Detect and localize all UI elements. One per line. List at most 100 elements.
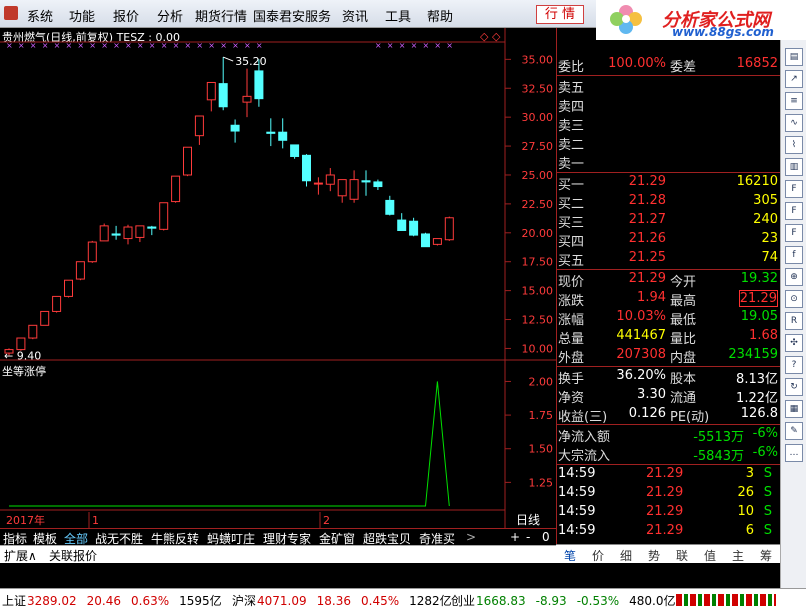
index-quote-1[interactable]: 沪深4071.09 18.36 0.45% 1282亿 (232, 592, 462, 609)
sell-label: 卖四 (558, 100, 585, 115)
extension-bar: 扩展∧ 关联报价 (0, 545, 556, 563)
grid-icon[interactable]: ▦ (785, 400, 803, 418)
signal-marker: × (387, 41, 394, 50)
refresh-icon[interactable]: ↻ (785, 378, 803, 396)
menu-quote[interactable]: 报价 (113, 6, 139, 25)
stat-label: 涨跌 (558, 294, 585, 309)
candle-icon[interactable]: ▥ (785, 158, 803, 176)
webi-row: 委比 100.00% 委差 16852 (556, 56, 780, 75)
candle-body (159, 202, 169, 230)
quote-button[interactable]: 行 情 (536, 5, 584, 24)
tab-bi[interactable]: 笔 (564, 547, 576, 564)
fiz-icon[interactable]: F (785, 224, 803, 242)
signal-marker: × (244, 41, 251, 50)
buy-volume: 23 (761, 231, 778, 246)
tool-icon[interactable]: ✎ (785, 422, 803, 440)
signal-marker: × (125, 41, 132, 50)
y-tick-label: 25.00 (522, 169, 554, 182)
list-icon[interactable]: ≡ (785, 92, 803, 110)
menu-tools[interactable]: 工具 (385, 6, 411, 25)
minute-chart-icon[interactable]: ∿ (785, 114, 803, 132)
tab-shi[interactable]: 势 (648, 547, 660, 564)
high-pointer (223, 56, 234, 62)
buy-price: 21.26 (628, 231, 666, 246)
stat2-label: PE(动) (670, 410, 710, 425)
tab-scroll-right-icon[interactable]: > (466, 530, 476, 544)
candle-body (409, 220, 419, 236)
tab-chou[interactable]: 筹 (760, 547, 772, 564)
candle-body (230, 124, 240, 132)
tab-zhi[interactable]: 值 (704, 547, 716, 564)
x-label: 2017年 (6, 513, 45, 527)
stat-label: 外盘 (558, 351, 585, 366)
flow-value: -5513万 (693, 430, 744, 445)
stat-label: 今开 (670, 275, 697, 290)
buy-price: 21.28 (628, 193, 666, 208)
plus-circle-icon[interactable]: ⊕ (785, 268, 803, 286)
expand-button[interactable]: 扩展∧ (4, 547, 37, 564)
stat-value: 21.29 (628, 271, 666, 286)
formula-icon[interactable]: f (785, 246, 803, 264)
sell-label: 卖三 (558, 119, 585, 134)
menu-help[interactable]: 帮助 (427, 6, 453, 25)
detail-tabs: 笔 价 细 势 联 值 主 筹 (556, 544, 780, 563)
tab-xi[interactable]: 细 (620, 547, 632, 564)
tab-jia[interactable]: 价 (592, 547, 604, 564)
tick-row: 14:59 21.29 3 S (556, 466, 780, 485)
menu-analysis[interactable]: 分析 (157, 6, 183, 25)
candle-body (242, 95, 252, 103)
sell-row: 卖五 (556, 77, 780, 96)
zoom-out-button[interactable]: - (526, 530, 530, 544)
index-quote-0[interactable]: 上证3289.02 20.46 0.63% 1595亿 (2, 592, 232, 609)
stat-label: 总量 (558, 332, 585, 347)
more-icon[interactable]: … (785, 444, 803, 462)
kline-chart[interactable]: 35.00 32.50 30.00 27.50 25.00 22.50 20.00 17.50… (0, 28, 556, 528)
arrows-icon[interactable]: ✣ (785, 334, 803, 352)
ind-y-tick-label: 1.75 (529, 409, 554, 422)
signal-marker: × (185, 41, 192, 50)
signal-marker: × (399, 41, 406, 50)
f10-icon[interactable]: F (785, 180, 803, 198)
tab-zhu[interactable]: 主 (732, 547, 744, 564)
flow-pct: -6% (752, 426, 778, 441)
sell-label: 卖二 (558, 138, 585, 153)
tab-lian[interactable]: 联 (676, 547, 688, 564)
signal-marker: × (232, 41, 239, 50)
question-icon[interactable]: ? (785, 356, 803, 374)
candle-body (123, 226, 133, 240)
index-amount: 480.0亿 (629, 594, 676, 608)
buy-row: 买二 21.28 305 (556, 193, 780, 212)
index-quote-2[interactable]: 创业1668.83 -8.93 -0.53% 480.0亿 (451, 592, 686, 609)
candle-body (290, 144, 300, 157)
buy-row: 买三 21.27 240 (556, 212, 780, 231)
signal-marker: × (77, 41, 84, 50)
buy-label: 买四 (558, 235, 585, 250)
high-label: 35.20 (235, 55, 267, 68)
buy-volume: 16210 (736, 174, 778, 189)
rsi-icon[interactable]: R (785, 312, 803, 330)
menu-futures[interactable]: 期货行情 (195, 6, 247, 25)
menu-system[interactable]: 系统 (27, 6, 53, 25)
zoom-icon[interactable]: ⊙ (785, 290, 803, 308)
menu-icon[interactable]: ▤ (785, 48, 803, 66)
flow-label: 大宗流入 (558, 449, 611, 464)
menu-function[interactable]: 功能 (69, 6, 95, 25)
fin-icon[interactable]: F (785, 202, 803, 220)
related-quote-button[interactable]: 关联报价 (49, 547, 97, 564)
chart-line-icon[interactable]: ↗ (785, 70, 803, 88)
signal-marker: × (30, 41, 37, 50)
zoom-in-button[interactable]: + (510, 530, 520, 544)
trend-chart-icon[interactable]: ⌇ (785, 136, 803, 154)
app-logo-icon[interactable] (4, 6, 18, 20)
zoom-reset-button[interactable]: 0 (542, 530, 550, 544)
ind-y-tick-label: 1.25 (529, 476, 554, 489)
status-bar: 上证3289.02 20.46 0.63% 1595亿 沪深4071.09 18.36 0.… (0, 588, 806, 609)
candle-body (361, 180, 371, 183)
menu-news[interactable]: 资讯 (342, 6, 368, 25)
tick-row: 14:59 21.29 6 S (556, 523, 780, 542)
period-label: 日线 (516, 513, 540, 527)
candle-body (111, 233, 121, 236)
menu-broker-service[interactable]: 国泰君安服务 (253, 6, 331, 25)
candle-body (385, 199, 395, 215)
signal-marker: × (375, 41, 382, 50)
